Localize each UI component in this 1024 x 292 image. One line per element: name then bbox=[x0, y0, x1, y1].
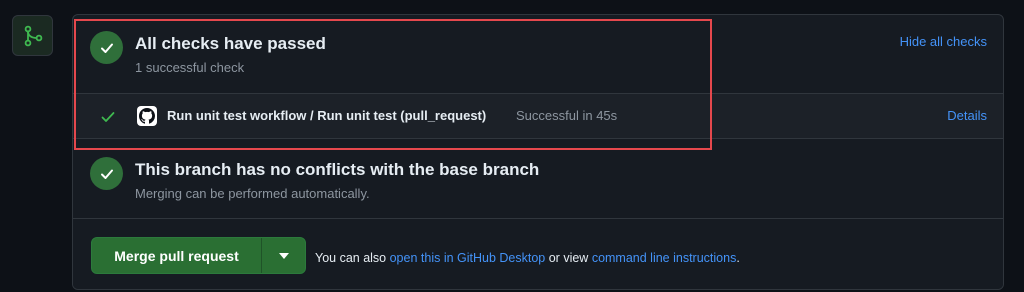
merge-box-page: All checks have passed 1 successful chec… bbox=[0, 0, 1024, 292]
check-icon bbox=[100, 109, 116, 130]
merge-note: You can also open this in GitHub Desktop… bbox=[315, 251, 740, 265]
note-prefix: You can also bbox=[315, 251, 387, 265]
command-line-instructions-link[interactable]: command line instructions bbox=[592, 251, 737, 265]
merge-box-panel: All checks have passed 1 successful chec… bbox=[72, 14, 1004, 290]
triangle-down-icon bbox=[278, 252, 289, 259]
check-run-name: Run unit test workflow / Run unit test (… bbox=[167, 108, 487, 123]
github-logo-icon bbox=[137, 106, 157, 126]
check-circle-icon bbox=[90, 157, 123, 190]
checks-title: All checks have passed bbox=[135, 34, 326, 53]
conflicts-section: This branch has no conflicts with the ba… bbox=[73, 139, 1003, 219]
checks-summary: All checks have passed 1 successful chec… bbox=[73, 15, 1003, 93]
hide-all-checks-link[interactable]: Hide all checks bbox=[900, 34, 987, 49]
conflicts-title: This branch has no conflicts with the ba… bbox=[135, 160, 540, 179]
check-circle-icon bbox=[90, 31, 123, 64]
details-link[interactable]: Details bbox=[947, 108, 987, 123]
note-middle: or view bbox=[548, 251, 589, 265]
check-run-status: Successful in 45s bbox=[516, 108, 618, 123]
merge-pull-request-button[interactable]: Merge pull request bbox=[92, 238, 262, 273]
merge-section: Merge pull request You can also open thi… bbox=[73, 219, 1003, 289]
checks-subtitle: 1 successful check bbox=[135, 60, 245, 75]
check-run-row: Run unit test workflow / Run unit test (… bbox=[73, 93, 1003, 139]
git-merge-icon bbox=[12, 15, 53, 56]
merge-button-group: Merge pull request bbox=[91, 237, 306, 274]
conflicts-subtitle: Merging can be performed automatically. bbox=[135, 186, 370, 201]
github-desktop-link[interactable]: open this in GitHub Desktop bbox=[390, 251, 546, 265]
note-suffix: . bbox=[736, 251, 740, 265]
merge-options-dropdown[interactable] bbox=[262, 238, 305, 273]
